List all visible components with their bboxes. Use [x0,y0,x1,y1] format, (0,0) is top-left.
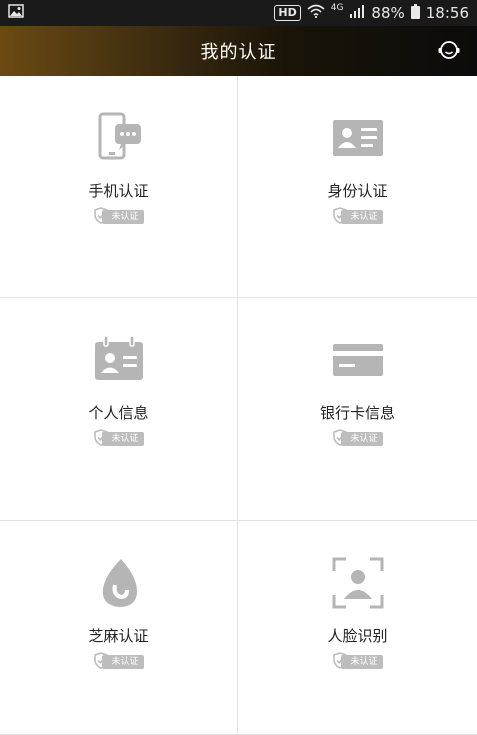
status-text: 未认证 [102,432,144,446]
status-text: 未认证 [341,655,383,669]
card-personal-info[interactable]: 个人信息 未认证 [0,298,238,521]
status-text: 未认证 [102,655,144,669]
status-text: 未认证 [102,210,144,224]
card-label: 芝麻认证 [88,627,149,645]
verification-grid: 手机认证 未认证 身份认证 未认证 个人信息 未认证 银行卡信息 未认证 芝麻认… [0,76,477,735]
gallery-notification-icon [8,4,24,22]
customer-service-icon [437,38,461,66]
card-sesame-verification[interactable]: 芝麻认证 未认证 [0,521,238,735]
title-bar: 我的认证 [0,26,477,76]
customer-service-button[interactable] [435,38,463,66]
card-face-recognition[interactable]: 人脸识别 未认证 [238,521,477,735]
card-identity-verification[interactable]: 身份认证 未认证 [238,76,477,298]
phone-chat-icon [91,110,147,166]
status-bar: HD 4G 88% 18:56 [0,0,477,26]
network-type: 4G [330,3,344,13]
clock: 18:56 [425,4,469,22]
battery-percent: 88% [371,4,405,22]
page-title: 我的认证 [200,42,277,63]
status-badge: 未认证 [93,428,144,447]
card-phone-verification[interactable]: 手机认证 未认证 [0,76,238,298]
card-bank-card-info[interactable]: 银行卡信息 未认证 [238,298,477,521]
status-badge: 未认证 [93,206,144,225]
status-badge: 未认证 [332,206,383,225]
card-label: 手机认证 [88,182,149,200]
card-label: 个人信息 [88,404,149,422]
card-label: 人脸识别 [327,627,388,645]
card-label: 身份认证 [327,182,388,200]
contact-card-icon [91,332,147,388]
status-badge: 未认证 [332,428,383,447]
battery-icon [410,3,420,23]
status-text: 未认证 [341,210,383,224]
wifi-icon [307,4,325,22]
face-scan-icon [330,555,386,611]
status-text: 未认证 [341,432,383,446]
signal-icon [349,4,365,22]
hd-badge: HD [274,5,301,21]
status-badge: 未认证 [332,651,383,670]
status-badge: 未认证 [93,651,144,670]
id-card-icon [330,110,386,166]
bank-card-icon [330,332,386,388]
card-label: 银行卡信息 [319,404,395,422]
sesame-drop-icon [91,555,147,611]
